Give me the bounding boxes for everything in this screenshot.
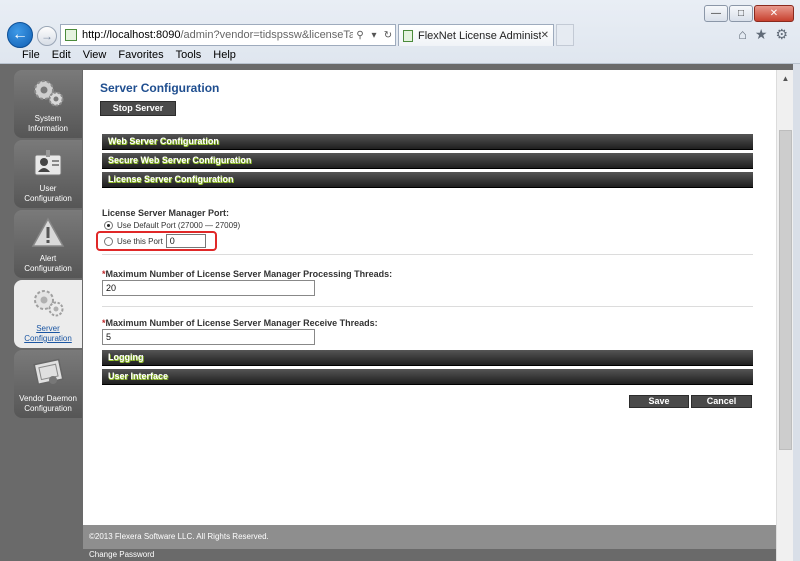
nav-user-configuration[interactable]: User Configuration [14, 140, 82, 208]
nav-label-line1: Vendor Daemon [19, 394, 77, 403]
nav-vendor-daemon-configuration[interactable]: Vendor Daemon Configuration [14, 350, 82, 418]
certificate-icon [33, 358, 64, 386]
stop-server-button[interactable]: Stop Server [100, 101, 176, 116]
default-port-radio[interactable] [104, 221, 113, 230]
tab-favicon [403, 29, 413, 42]
vertical-scrollbar[interactable]: ▲ [776, 70, 793, 561]
change-password-link[interactable]: Change Password [89, 550, 154, 559]
section-label: Logging [108, 352, 144, 362]
nav-system-information[interactable]: System Information [14, 70, 82, 138]
forward-button[interactable]: → [37, 26, 57, 46]
maximize-button[interactable]: □ [729, 5, 753, 22]
receive-threads-label-text: Maximum Number of License Server Manager… [105, 318, 378, 328]
gears-icon [34, 290, 64, 317]
chevron-down-icon[interactable]: ▾ [367, 30, 381, 41]
nav-label: Vendor Daemon Configuration [14, 394, 82, 414]
url-text[interactable]: http://localhost:8090/admin?vendor=tidsp… [82, 29, 353, 41]
url-host: http://localhost:8090 [82, 29, 181, 41]
nav-label: Server Configuration [14, 324, 82, 344]
user-id-icon [34, 150, 62, 176]
toolbar-icons: ⌂ ★ ⚙ [738, 26, 788, 43]
address-bar[interactable]: http://localhost:8090/admin?vendor=tidsp… [60, 24, 396, 46]
nav-label: Alert Configuration [14, 254, 82, 274]
gear-icon[interactable]: ⚙ [775, 26, 788, 43]
receive-threads-label: *Maximum Number of License Server Manage… [102, 318, 378, 328]
gears-icon [34, 80, 64, 107]
nav-label-line2: Configuration [24, 194, 72, 203]
browser-tab[interactable]: FlexNet License Administra... ✕ [398, 24, 554, 46]
menu-favorites[interactable]: Favorites [112, 47, 169, 64]
save-button[interactable]: Save [629, 395, 689, 408]
alert-icon [31, 217, 65, 247]
nav-label-line1: System [34, 114, 62, 123]
section-label: Web Server Configuration [108, 136, 219, 146]
tab-label: FlexNet License Administra... [418, 29, 541, 42]
back-arrow-icon: ← [12, 26, 28, 43]
page-title: Server Configuration [100, 81, 220, 95]
processing-threads-label: *Maximum Number of License Server Manage… [102, 269, 392, 279]
default-port-option[interactable]: Use Default Port (27000 — 27009) [104, 221, 240, 230]
section-web-server-configuration[interactable]: Web Server Configuration [102, 134, 753, 150]
custom-port-label: Use this Port [117, 236, 163, 246]
menu-bar: File Edit View Favorites Tools Help [0, 47, 242, 64]
home-icon[interactable]: ⌂ [738, 26, 746, 43]
copyright-text: ©2013 Flexera Software LLC. All Rights R… [89, 532, 269, 541]
nav-label-line1: Alert [39, 254, 57, 263]
favorites-star-icon[interactable]: ★ [755, 26, 768, 43]
minimize-button[interactable]: — [704, 5, 728, 22]
footer-links: Change Password [83, 549, 776, 561]
page-icon [65, 29, 77, 41]
back-button[interactable]: ← [7, 22, 33, 48]
default-port-label: Use Default Port (27000 — 27009) [117, 221, 241, 230]
nav-server-configuration[interactable]: Server Configuration [14, 280, 82, 348]
processing-threads-label-text: Maximum Number of License Server Manager… [105, 269, 393, 279]
divider [102, 254, 753, 255]
nav-label-line2: Configuration [24, 264, 72, 273]
left-navigation: System Information User Configuration Aler… [14, 70, 82, 420]
custom-port-option[interactable]: Use this Port [104, 234, 206, 248]
menu-edit[interactable]: Edit [46, 47, 77, 64]
section-label: License Server Configuration [108, 174, 234, 184]
nav-label: System Information [14, 114, 82, 134]
section-logging[interactable]: Logging [102, 350, 753, 366]
menu-help[interactable]: Help [207, 47, 242, 64]
nav-label-line2: Information [27, 124, 69, 133]
nav-label-line1: Server [36, 324, 60, 333]
close-window-button[interactable]: ✕ [754, 5, 794, 22]
port-label: License Server Manager Port: [102, 208, 230, 218]
menu-view[interactable]: View [77, 47, 113, 64]
scrollbar-thumb[interactable] [779, 130, 792, 450]
receive-threads-input[interactable] [102, 329, 315, 345]
window-buttons: — □ ✕ [704, 5, 794, 22]
window-border [793, 64, 800, 561]
main-panel: Server Configuration Stop Server Web Ser… [83, 70, 776, 561]
section-license-server-configuration[interactable]: License Server Configuration [102, 172, 753, 188]
menu-tools[interactable]: Tools [170, 47, 208, 64]
nav-label: User Configuration [14, 184, 82, 204]
processing-threads-input[interactable] [102, 280, 315, 296]
search-icon[interactable]: ⚲ [353, 30, 367, 41]
refresh-icon[interactable]: ↻ [381, 30, 395, 41]
section-user-interface[interactable]: User Interface [102, 369, 753, 385]
nav-label-line2: Configuration [24, 334, 72, 343]
custom-port-radio[interactable] [104, 236, 113, 246]
new-tab-button[interactable] [556, 24, 574, 46]
nav-alert-configuration[interactable]: Alert Configuration [14, 210, 82, 278]
url-path: /admin?vendor=tidspssw&licenseTab=&selec… [180, 29, 353, 41]
scroll-up-icon[interactable]: ▲ [777, 70, 794, 87]
browser-chrome: — □ ✕ ← → http://localhost:8090/admin?ve… [0, 0, 800, 64]
menu-file[interactable]: File [16, 47, 46, 64]
footer: ©2013 Flexera Software LLC. All Rights R… [83, 525, 776, 549]
tab-close-icon[interactable]: ✕ [541, 30, 549, 41]
cancel-button[interactable]: Cancel [691, 395, 752, 408]
section-label: User Interface [108, 371, 169, 381]
section-label: Secure Web Server Configuration [108, 155, 252, 165]
forward-arrow-icon: → [41, 29, 53, 43]
divider [102, 306, 753, 307]
custom-port-input[interactable] [165, 234, 206, 248]
nav-label-line2: Configuration [24, 404, 72, 413]
section-secure-web-server-configuration[interactable]: Secure Web Server Configuration [102, 153, 753, 169]
nav-label-line1: User [39, 184, 57, 193]
